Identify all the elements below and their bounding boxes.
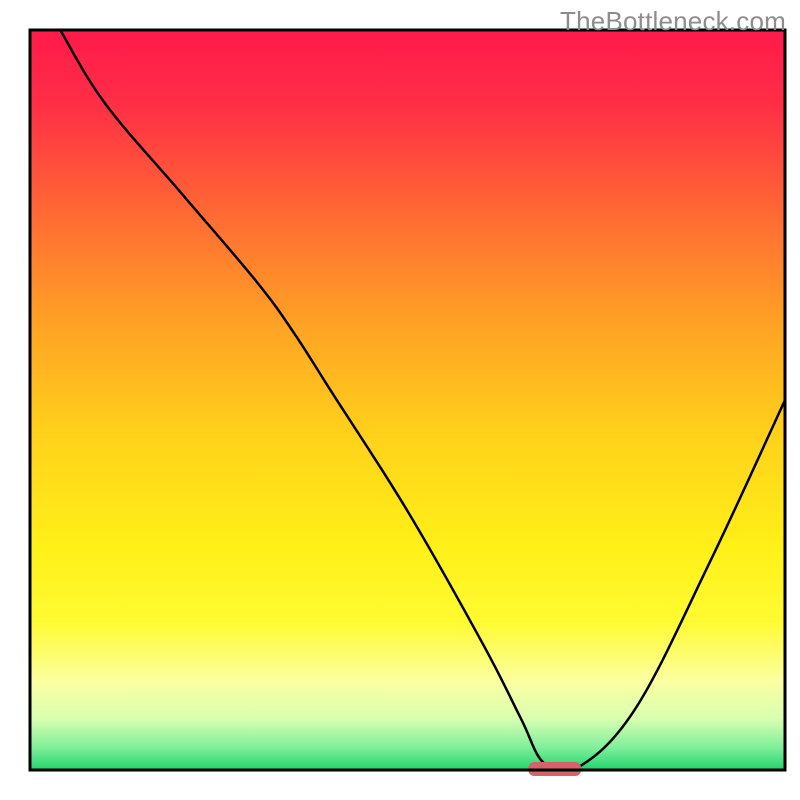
watermark-text: TheBottleneck.com — [560, 6, 786, 37]
chart-container: TheBottleneck.com — [0, 0, 800, 800]
gradient-background — [30, 30, 785, 770]
plot-area — [30, 30, 785, 776]
bottleneck-chart — [0, 0, 800, 800]
